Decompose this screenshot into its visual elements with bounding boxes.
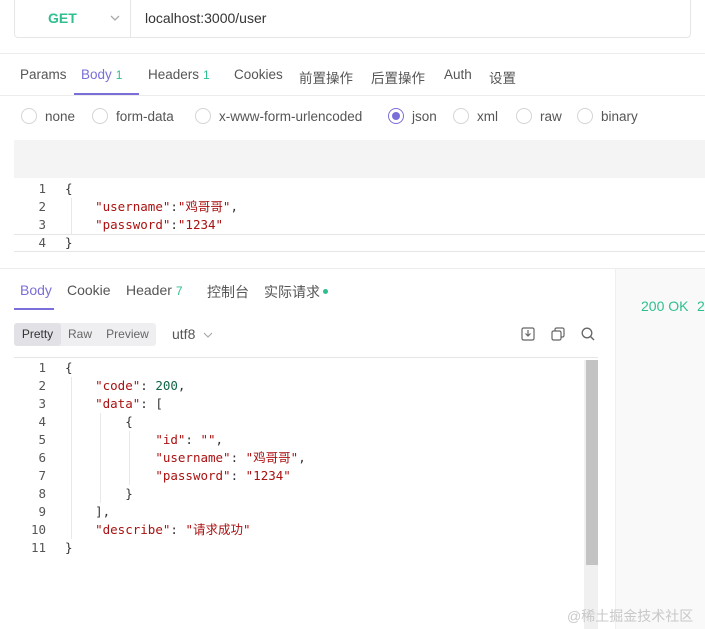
- response-tab-body[interactable]: Body: [20, 282, 52, 298]
- raw-button[interactable]: Raw: [63, 323, 97, 346]
- tab-post-request[interactable]: 后置操作: [371, 67, 425, 87]
- line-number: 3: [38, 396, 46, 411]
- line-number: 9: [38, 504, 46, 519]
- line-number: 8: [38, 486, 46, 501]
- response-tab-console[interactable]: 控制台: [207, 282, 249, 302]
- line-number: 4: [38, 414, 46, 429]
- url-bar: GET localhost:3000/user: [14, 0, 691, 38]
- tab-pre-request[interactable]: 前置操作: [299, 67, 353, 87]
- chevron-down-icon[interactable]: [202, 329, 214, 341]
- line-number: 3: [38, 217, 46, 232]
- method-select[interactable]: GET: [15, 0, 131, 37]
- line-number: 6: [38, 450, 46, 465]
- response-tab-cookie[interactable]: Cookie: [67, 282, 111, 298]
- request-editor-toolbar: [14, 140, 705, 178]
- radio-json[interactable]: json: [388, 108, 437, 127]
- copy-icon[interactable]: [550, 326, 566, 342]
- line-number: 10: [30, 522, 46, 537]
- divider: [0, 53, 705, 54]
- response-time: 2: [697, 298, 705, 314]
- radio-form-data[interactable]: form-data: [92, 108, 174, 127]
- tab-cookies[interactable]: Cookies: [234, 67, 283, 82]
- divider: [0, 95, 705, 96]
- radio-x-www-form-urlencoded[interactable]: x-www-form-urlencoded: [195, 108, 362, 127]
- watermark: @稀土掘金技术社区: [567, 608, 694, 624]
- encoding-select[interactable]: utf8: [172, 326, 195, 342]
- url-input[interactable]: localhost:3000/user: [145, 10, 266, 26]
- preview-button[interactable]: Preview: [100, 323, 155, 346]
- method-label: GET: [48, 10, 77, 26]
- response-tab-header[interactable]: Header 7: [126, 282, 183, 298]
- radio-none[interactable]: none: [21, 108, 75, 127]
- code-block: { "username":"鸡哥哥", "password":"1234"}: [65, 181, 238, 250]
- status-code: 200 OK: [641, 298, 689, 314]
- tab-settings[interactable]: 设置: [489, 67, 516, 87]
- line-number: 2: [38, 378, 46, 393]
- request-body-editor[interactable]: 1 2 3 4 { "username":"鸡哥哥", "password":"…: [14, 178, 705, 253]
- tab-auth[interactable]: Auth: [444, 67, 472, 82]
- active-tab-indicator: [14, 308, 54, 310]
- tab-headers[interactable]: Headers 1: [148, 67, 210, 82]
- line-number: 2: [38, 199, 46, 214]
- scrollbar-thumb[interactable]: [586, 360, 598, 565]
- radio-xml[interactable]: xml: [453, 108, 498, 127]
- radio-raw[interactable]: raw: [516, 108, 562, 127]
- active-line-border: [14, 234, 705, 235]
- code-block: { "code": 200, "data": [ { "id": "", "us…: [65, 360, 306, 555]
- line-number: 1: [38, 360, 46, 375]
- radio-binary[interactable]: binary: [577, 108, 638, 127]
- status-dot: [323, 288, 328, 294]
- view-mode-toggle: Pretty Raw Preview: [14, 323, 156, 346]
- line-number: 1: [38, 181, 46, 196]
- line-number: 7: [38, 468, 46, 483]
- response-meta-panel: [615, 269, 705, 629]
- chevron-down-icon: [110, 15, 120, 21]
- response-body-viewer[interactable]: 1 2 3 4 5 6 7 8 9 10 11 { "code": 200, "…: [14, 356, 598, 629]
- download-icon[interactable]: [520, 326, 536, 342]
- tab-body[interactable]: Body 1: [81, 67, 122, 82]
- pretty-button[interactable]: Pretty: [14, 323, 61, 346]
- tab-params[interactable]: Params: [20, 67, 67, 82]
- active-line-border: [14, 251, 705, 252]
- line-number: 11: [30, 540, 46, 555]
- response-tab-actual-request[interactable]: 实际请求: [264, 282, 328, 302]
- line-number: 4: [38, 235, 46, 250]
- search-icon[interactable]: [580, 326, 596, 342]
- line-number: 5: [38, 432, 46, 447]
